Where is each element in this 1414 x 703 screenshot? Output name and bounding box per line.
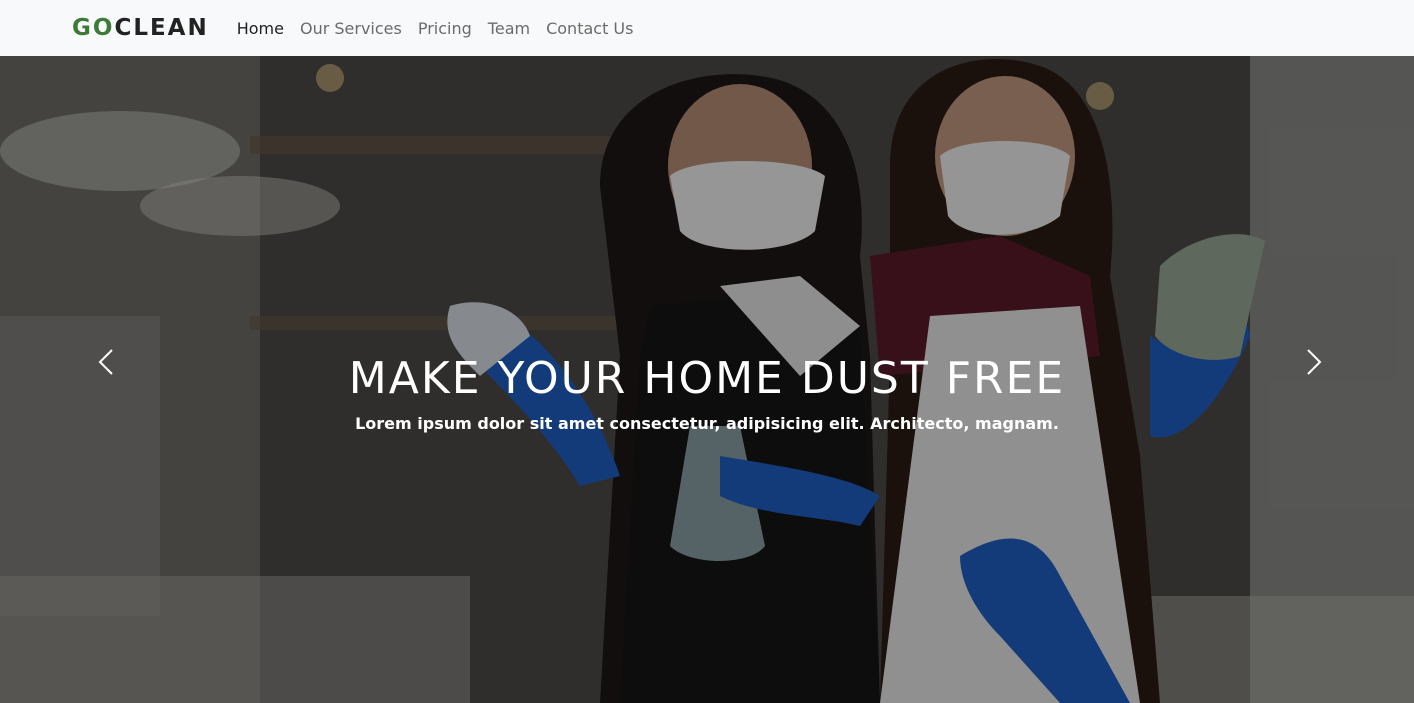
hero-headline: MAKE YOUR HOME DUST FREE: [348, 353, 1066, 404]
navbar: GOCLEAN Home Our Services Pricing Team C…: [0, 0, 1414, 56]
nav-item-our-services[interactable]: Our Services: [292, 19, 410, 38]
carousel-next-button[interactable]: [1294, 342, 1334, 382]
nav-menu: Home Our Services Pricing Team Contact U…: [229, 19, 642, 38]
nav-item-home[interactable]: Home: [229, 19, 292, 38]
nav-item-team[interactable]: Team: [480, 19, 538, 38]
hero-subtext: Lorem ipsum dolor sit amet consectetur, …: [355, 414, 1059, 433]
nav-item-contact-us[interactable]: Contact Us: [538, 19, 641, 38]
brand-logo[interactable]: GOCLEAN: [72, 15, 209, 41]
chevron-left-icon: [98, 349, 113, 375]
chevron-right-icon: [1307, 349, 1322, 375]
nav-item-pricing[interactable]: Pricing: [410, 19, 480, 38]
brand-suffix: CLEAN: [114, 15, 209, 41]
carousel-caption: MAKE YOUR HOME DUST FREE Lorem ipsum dol…: [0, 350, 1414, 433]
carousel-prev-button[interactable]: [86, 342, 126, 382]
brand-prefix: GO: [72, 15, 115, 41]
hero-carousel: MAKE YOUR HOME DUST FREE Lorem ipsum dol…: [0, 56, 1414, 703]
